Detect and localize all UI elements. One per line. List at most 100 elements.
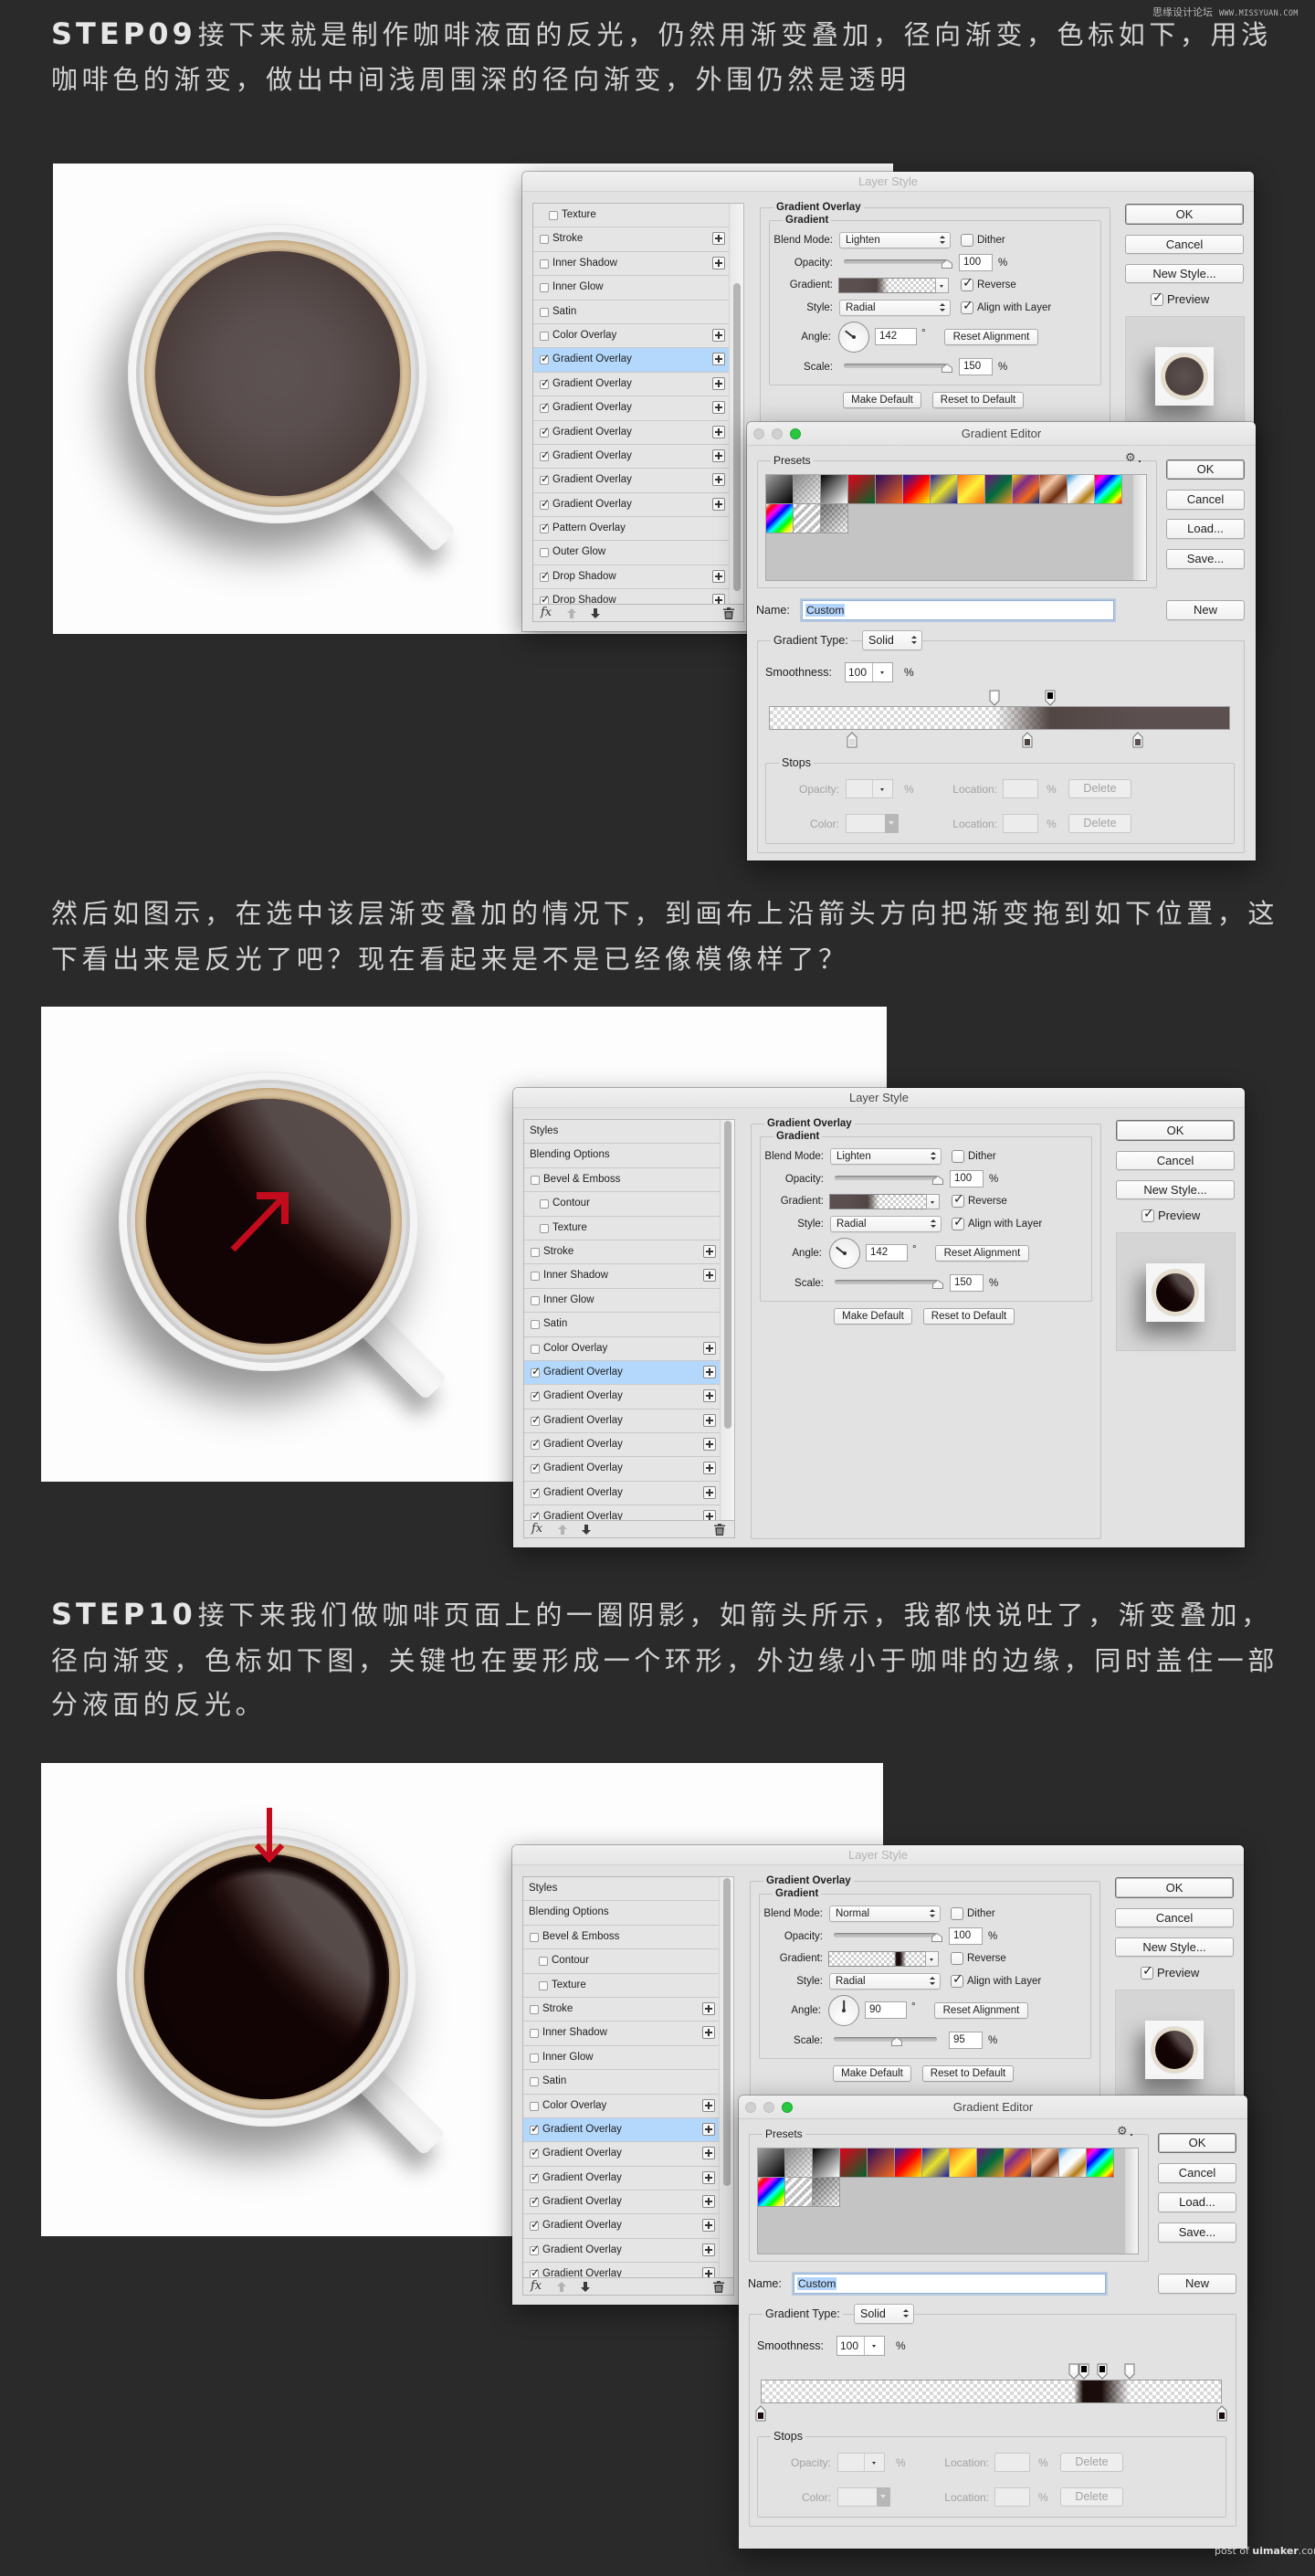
- effect-checkbox[interactable]: [530, 2053, 539, 2063]
- gradient-preset-swatch[interactable]: [785, 2148, 813, 2178]
- gradient-preset-swatch[interactable]: [1059, 2148, 1087, 2178]
- editor-titlebar[interactable]: Gradient Editor: [739, 2096, 1247, 2119]
- align-with-layer-checkbox[interactable]: [952, 1215, 964, 1230]
- reverse-checkbox[interactable]: [951, 1952, 963, 1965]
- effect-checkbox[interactable]: [530, 2122, 540, 2135]
- dialog-titlebar[interactable]: Layer Style: [513, 1088, 1245, 1108]
- gradient-preset-swatch[interactable]: [1040, 475, 1068, 504]
- effect-checkbox[interactable]: [540, 472, 550, 486]
- ok-button[interactable]: OK: [1116, 1120, 1235, 1141]
- effect-checkbox[interactable]: [540, 521, 550, 534]
- delete-color-stop-button[interactable]: Delete: [1068, 814, 1131, 833]
- effect-checkbox[interactable]: [540, 307, 549, 317]
- angle-input[interactable]: 142: [866, 1244, 908, 1262]
- opacity-stop[interactable]: [1097, 2363, 1108, 2380]
- effect-row[interactable]: Bevel & Emboss: [524, 1167, 720, 1193]
- effect-checkbox[interactable]: [531, 1295, 540, 1305]
- add-effect-button[interactable]: [702, 2195, 715, 2209]
- effect-checkbox[interactable]: [531, 1272, 540, 1282]
- zoom-window-button[interactable]: [782, 2102, 793, 2113]
- add-effect-button[interactable]: [702, 2122, 715, 2136]
- color-stop[interactable]: [1132, 732, 1143, 748]
- effect-checkbox[interactable]: [540, 352, 550, 365]
- effect-row[interactable]: Gradient Overlay: [524, 1385, 720, 1409]
- effect-checkbox[interactable]: [530, 2101, 539, 2111]
- close-window-button[interactable]: [745, 2102, 756, 2113]
- move-up-arrow-icon[interactable]: [567, 608, 576, 618]
- effect-checkbox[interactable]: [540, 331, 549, 341]
- gradient-type-select[interactable]: Solid: [854, 2304, 914, 2324]
- effect-row[interactable]: Drop Shadow: [533, 589, 729, 604]
- move-up-arrow-icon[interactable]: [558, 1525, 567, 1535]
- angle-input[interactable]: 142: [875, 328, 917, 345]
- cancel-button[interactable]: Cancel: [1158, 2163, 1236, 2183]
- gradient-preset-swatch[interactable]: [758, 2178, 785, 2207]
- effect-row[interactable]: Stroke: [524, 1240, 720, 1265]
- minimize-window-button[interactable]: [772, 428, 783, 439]
- effect-row[interactable]: Styles: [523, 1877, 719, 1902]
- add-effect-button[interactable]: [712, 449, 725, 462]
- stop-opacity-input[interactable]: [837, 2453, 885, 2472]
- effect-checkbox[interactable]: [531, 1485, 541, 1498]
- reset-to-default-button[interactable]: Reset to Default: [922, 2065, 1014, 2082]
- smoothness-input[interactable]: 100: [836, 2336, 885, 2356]
- color-stop[interactable]: [1216, 2405, 1227, 2422]
- angle-dial[interactable]: [828, 1995, 859, 2026]
- opacity-stops-track[interactable]: [761, 2363, 1222, 2380]
- ok-button[interactable]: OK: [1158, 2133, 1236, 2153]
- effect-row[interactable]: Texture: [533, 204, 729, 228]
- load-button[interactable]: Load...: [1166, 519, 1245, 539]
- gradient-preset-swatch[interactable]: [821, 475, 848, 504]
- effect-row[interactable]: Color Overlay: [533, 323, 729, 349]
- effect-row[interactable]: Bevel & Emboss: [523, 1925, 719, 1950]
- close-window-button[interactable]: [753, 428, 764, 439]
- align-with-layer-checkbox[interactable]: [961, 299, 973, 314]
- stop-color-swatch[interactable]: [846, 814, 899, 833]
- style-select[interactable]: Radial: [829, 1973, 941, 1990]
- add-effect-button[interactable]: [702, 2219, 715, 2233]
- smoothness-dropdown[interactable]: [864, 2337, 884, 2355]
- effect-row[interactable]: Gradient Overlay: [523, 2117, 719, 2143]
- effect-row[interactable]: Texture: [523, 1973, 719, 1998]
- stop-opacity-input[interactable]: [846, 779, 893, 798]
- ok-button[interactable]: OK: [1166, 459, 1245, 480]
- reset-alignment-button[interactable]: Reset Alignment: [944, 329, 1038, 345]
- effect-row[interactable]: Stroke: [523, 1997, 719, 2022]
- load-button[interactable]: Load...: [1158, 2192, 1236, 2212]
- scale-slider[interactable]: [835, 1277, 943, 1290]
- effect-checkbox[interactable]: [530, 2029, 539, 2039]
- add-effect-button[interactable]: [712, 376, 725, 390]
- add-effect-button[interactable]: [702, 2147, 715, 2160]
- gradient-preset-swatch[interactable]: [821, 504, 848, 533]
- dither-checkbox[interactable]: [951, 1907, 963, 1920]
- opacity-input[interactable]: 100: [959, 254, 993, 271]
- scale-input[interactable]: 95: [949, 2032, 983, 2049]
- reverse-checkbox[interactable]: [952, 1192, 964, 1208]
- color-location-input[interactable]: [1003, 814, 1038, 833]
- delete-opacity-stop-button[interactable]: Delete: [1060, 2453, 1123, 2472]
- effect-row[interactable]: Gradient Overlay: [524, 1409, 720, 1434]
- effect-row[interactable]: Contour: [523, 1949, 719, 1974]
- reset-to-default-button[interactable]: Reset to Default: [923, 1308, 1015, 1325]
- angle-dial[interactable]: [838, 322, 869, 353]
- gradient-preset-swatch[interactable]: [895, 2148, 922, 2178]
- gradient-preset-swatch[interactable]: [985, 475, 1013, 504]
- effect-row[interactable]: Gradient Overlay: [533, 420, 729, 445]
- move-down-arrow-icon[interactable]: [582, 1525, 591, 1535]
- gradient-preset-swatch[interactable]: [876, 475, 903, 504]
- effect-row[interactable]: Gradient Overlay: [523, 2263, 719, 2277]
- gradient-preset-swatch[interactable]: [1032, 2148, 1059, 2178]
- editor-titlebar[interactable]: Gradient Editor: [747, 422, 1256, 446]
- effect-row[interactable]: Texture: [524, 1216, 720, 1240]
- add-effect-button[interactable]: [703, 1462, 716, 1475]
- stop-color-swatch[interactable]: [837, 2487, 890, 2507]
- make-default-button[interactable]: Make Default: [843, 392, 921, 408]
- cancel-button[interactable]: Cancel: [1166, 490, 1245, 510]
- make-default-button[interactable]: Make Default: [834, 1308, 912, 1325]
- gradient-preset-swatch[interactable]: [922, 2148, 950, 2178]
- add-effect-button[interactable]: [712, 497, 725, 511]
- color-location-input[interactable]: [994, 2487, 1030, 2507]
- effect-row[interactable]: Outer Glow: [533, 541, 729, 565]
- dialog-titlebar[interactable]: Layer Style: [522, 172, 1254, 192]
- opacity-location-input[interactable]: [1003, 779, 1038, 798]
